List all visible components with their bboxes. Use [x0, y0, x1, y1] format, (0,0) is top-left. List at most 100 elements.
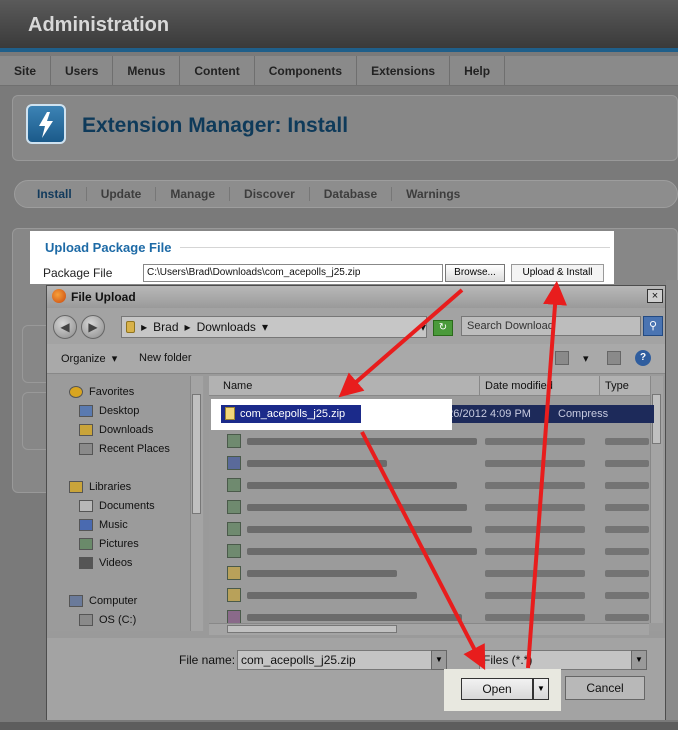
page-title: Extension Manager: Install [82, 114, 349, 137]
selected-file-row[interactable]: com_acepolls_j25.zip [221, 405, 361, 423]
zip-file-icon [225, 407, 235, 420]
file-icon [227, 456, 241, 470]
view-options-icon[interactable] [555, 351, 569, 365]
admin-header: Administration [0, 0, 678, 52]
blurred-type [605, 460, 649, 467]
blurred-file-name [247, 438, 477, 445]
file-name-input[interactable]: com_acepolls_j25.zip [237, 650, 447, 670]
nav-documents-label: Documents [99, 500, 155, 512]
extension-manager-icon [26, 104, 66, 144]
column-date[interactable]: Date modified [485, 380, 553, 392]
menu-content[interactable]: Content [180, 56, 255, 85]
forward-button[interactable]: ▶ [81, 315, 105, 339]
folder-icon [126, 321, 136, 333]
column-divider[interactable] [479, 376, 480, 396]
menu-users[interactable]: Users [51, 56, 114, 85]
chevron-down-icon[interactable]: ▼ [631, 650, 647, 670]
tab-install[interactable]: Install [23, 187, 87, 201]
file-icon [227, 522, 241, 536]
file-row[interactable] [219, 564, 649, 582]
chevron-down-icon[interactable]: ▾ [262, 320, 268, 334]
menu-menus[interactable]: Menus [113, 56, 181, 85]
file-row[interactable] [219, 476, 649, 494]
selected-file-highlight: com_acepolls_j25.zip [211, 399, 452, 430]
breadcrumb[interactable]: ▸ Brad ▸ Downloads ▾ ▾ [121, 316, 427, 338]
refresh-icon[interactable]: ↻ [433, 320, 453, 336]
nav-libraries[interactable]: Libraries [69, 481, 131, 493]
tab-database[interactable]: Database [310, 187, 393, 201]
upload-package-panel: Upload Package File Package File C:\User… [30, 231, 614, 284]
dialog-titlebar[interactable]: File Upload × [47, 286, 665, 308]
menu-help[interactable]: Help [450, 56, 506, 85]
tab-discover[interactable]: Discover [230, 187, 310, 201]
recent-places-icon [79, 443, 93, 455]
blurred-file-name [247, 570, 397, 577]
upload-install-button[interactable]: Upload & Install [511, 264, 604, 282]
music-icon [79, 519, 93, 531]
background-edge [666, 280, 678, 720]
file-row[interactable] [219, 498, 649, 516]
nav-favorites-label: Favorites [89, 386, 135, 398]
nav-libraries-label: Libraries [89, 481, 132, 493]
package-file-input[interactable]: C:\Users\Brad\Downloads\com_acepolls_j25… [143, 264, 443, 282]
tab-update[interactable]: Update [87, 187, 157, 201]
file-row[interactable] [219, 432, 649, 450]
nav-pictures-label: Pictures [99, 538, 139, 550]
back-button[interactable]: ◀ [53, 315, 77, 339]
open-button[interactable]: Open [461, 678, 533, 700]
open-button-highlight: Open ▼ [444, 669, 561, 711]
new-folder-button[interactable]: New folder [139, 352, 192, 364]
chevron-down-icon[interactable]: ▼ [431, 650, 447, 670]
nav-music-label: Music [99, 519, 128, 531]
chevron-down-icon[interactable]: ▼ [533, 678, 549, 700]
dialog-title: File Upload [71, 290, 136, 304]
menu-components[interactable]: Components [255, 56, 358, 85]
nav-documents[interactable]: Documents [79, 500, 155, 512]
package-file-label: Package File [43, 266, 113, 280]
close-button[interactable]: × [647, 289, 663, 303]
file-row[interactable] [219, 454, 649, 472]
cancel-button[interactable]: Cancel [565, 676, 645, 700]
file-upload-dialog: File Upload × ◀ ▶ ▸ Brad ▸ Downloads ▾ ▾… [46, 285, 666, 720]
tab-warnings[interactable]: Warnings [392, 187, 474, 201]
nav-desktop[interactable]: Desktop [79, 405, 139, 417]
file-type-select[interactable]: Files (*.*) [479, 650, 647, 670]
preview-pane-icon[interactable] [607, 351, 621, 365]
file-row[interactable] [219, 520, 649, 538]
search-input[interactable]: Search Download [461, 316, 641, 336]
nav-music[interactable]: Music [79, 519, 128, 531]
tab-manage[interactable]: Manage [156, 187, 231, 201]
nav-computer[interactable]: Computer [69, 595, 137, 607]
nav-favorites[interactable]: Favorites [69, 386, 134, 398]
nav-recent-places[interactable]: Recent Places [79, 443, 170, 455]
blurred-type [605, 526, 649, 533]
breadcrumb-brad[interactable]: Brad [153, 320, 178, 334]
nav-videos[interactable]: Videos [79, 557, 132, 569]
desktop-icon [79, 405, 93, 417]
search-icon[interactable]: ⚲ [643, 316, 663, 336]
browse-button[interactable]: Browse... [445, 264, 505, 282]
blurred-type [605, 592, 649, 599]
blurred-date [485, 482, 585, 489]
file-row[interactable] [219, 542, 649, 560]
blurred-type [605, 438, 649, 445]
nav-scroll-thumb[interactable] [192, 394, 201, 514]
help-icon[interactable]: ? [635, 350, 651, 366]
address-dropdown-icon[interactable]: ▾ [420, 320, 426, 334]
nav-os-drive[interactable]: OS (C:) [79, 614, 136, 626]
column-name[interactable]: Name [223, 380, 252, 392]
horizontal-scroll-thumb[interactable] [227, 625, 397, 633]
menu-extensions[interactable]: Extensions [357, 56, 451, 85]
blurred-type [605, 570, 649, 577]
file-row[interactable] [219, 586, 649, 604]
breadcrumb-downloads[interactable]: Downloads [197, 320, 256, 334]
subtabs: Install Update Manage Discover Database … [14, 180, 678, 208]
chevron-down-icon[interactable]: ▾ [583, 352, 589, 365]
organize-button[interactable]: Organize ▾ [61, 352, 117, 365]
nav-pictures[interactable]: Pictures [79, 538, 139, 550]
libraries-icon [69, 481, 83, 493]
nav-downloads[interactable]: Downloads [79, 424, 153, 436]
column-type[interactable]: Type [605, 380, 629, 392]
column-divider[interactable] [599, 376, 600, 396]
menu-site[interactable]: Site [0, 56, 52, 85]
